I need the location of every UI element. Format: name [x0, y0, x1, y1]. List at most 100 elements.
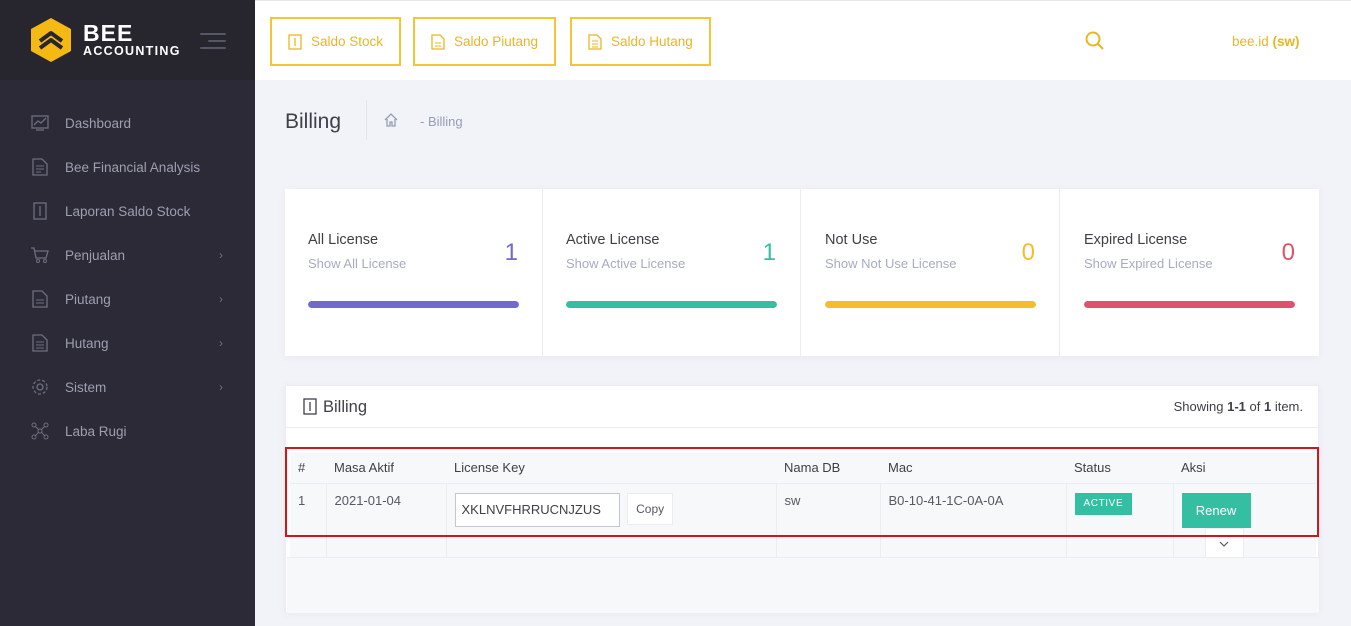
- table-footer: [287, 557, 1319, 613]
- col-masa-aktif[interactable]: Masa Aktif: [326, 452, 446, 484]
- cell-license-key: Copy: [446, 483, 777, 561]
- stat-subtitle: Show All License: [308, 256, 407, 271]
- user-menu[interactable]: bee.id (sw): [1232, 34, 1300, 49]
- network-icon: [30, 421, 50, 441]
- stat-progress-fill: [566, 301, 777, 308]
- table-header-row: # Masa Aktif License Key Nama DB Mac Sta…: [290, 452, 1316, 484]
- file-icon: [30, 333, 50, 353]
- brand-name: BEE ACCOUNTING: [83, 22, 181, 59]
- sidebar-item-sistem[interactable]: Sistem ›: [0, 365, 255, 409]
- billing-title: Billing: [323, 398, 368, 416]
- gear-icon: [30, 377, 50, 397]
- stat-title: Expired License: [1084, 232, 1188, 248]
- billing-portlet: Billing Showing 1-1 of 1 item. # Masa Ak…: [285, 385, 1319, 613]
- sidebar-toggle-icon[interactable]: [200, 33, 226, 49]
- file-icon: [588, 33, 602, 50]
- chevron-right-icon: ›: [219, 248, 223, 262]
- stat-value: 1: [762, 239, 776, 266]
- bee-logo-icon[interactable]: [28, 17, 74, 63]
- home-icon[interactable]: [383, 112, 399, 128]
- sidebar-item-label: Bee Financial Analysis: [65, 159, 201, 175]
- sidebar-item-bee-financial-analysis[interactable]: Bee Financial Analysis: [0, 145, 255, 189]
- chevron-right-icon: ›: [219, 336, 223, 350]
- sidebar-item-label: Penjualan: [65, 247, 126, 263]
- stat-title: Active License: [566, 232, 660, 248]
- stat-subtitle: Show Expired License: [1084, 256, 1213, 271]
- user-name: bee.id: [1232, 34, 1273, 49]
- invoice-icon: [288, 33, 302, 50]
- billing-table: # Masa Aktif License Key Nama DB Mac Sta…: [290, 452, 1316, 561]
- col-license-key[interactable]: License Key: [446, 452, 776, 484]
- cell-aksi: Renew: [1173, 483, 1316, 561]
- document-icon: [431, 33, 445, 50]
- chart-icon: [30, 113, 50, 133]
- chevron-right-icon: ›: [219, 380, 223, 394]
- invoice-icon: [303, 398, 317, 415]
- title-separator: [366, 100, 367, 140]
- license-stats-card: All License Show All License 1 Active Li…: [285, 189, 1319, 356]
- col-number[interactable]: #: [290, 452, 326, 484]
- license-key-input[interactable]: [454, 492, 620, 527]
- sidebar-item-laba-rugi[interactable]: Laba Rugi: [0, 409, 255, 453]
- stat-expired-license[interactable]: Expired License Show Expired License 0: [1061, 189, 1319, 356]
- sidebar-item-piutang[interactable]: Piutang ›: [0, 277, 255, 321]
- row-actions-dropdown[interactable]: [1204, 527, 1244, 561]
- saldo-stock-button[interactable]: Saldo Stock: [270, 17, 402, 66]
- renew-button[interactable]: Renew: [1181, 492, 1251, 528]
- stat-progress-fill: [1084, 301, 1295, 308]
- stat-value: 0: [1021, 239, 1035, 266]
- stat-progress-fill: [308, 301, 519, 308]
- sidebar-item-penjualan[interactable]: Penjualan ›: [0, 233, 255, 277]
- user-db: (sw): [1272, 34, 1300, 49]
- summary-range: 1-1: [1227, 399, 1246, 414]
- cart-icon: [30, 245, 50, 265]
- stat-progress-fill: [825, 301, 1036, 308]
- brand-line2: ACCOUNTING: [83, 44, 181, 58]
- stat-subtitle: Show Not Use License: [825, 256, 957, 271]
- cell-status: ACTIVE: [1066, 483, 1174, 561]
- brand-header: BEE ACCOUNTING: [0, 0, 255, 80]
- sidebar-item-dashboard[interactable]: Dashboard: [0, 101, 255, 145]
- copy-button[interactable]: Copy: [627, 492, 674, 525]
- sidebar-item-laporan-saldo-stock[interactable]: Laporan Saldo Stock: [0, 189, 255, 233]
- sidebar-item-label: Laporan Saldo Stock: [65, 203, 191, 219]
- topbar: Saldo Stock Saldo Piutang Saldo Hutang b…: [255, 0, 1351, 80]
- stat-active-license[interactable]: Active License Show Active License 1: [543, 189, 801, 356]
- stat-value: 0: [1281, 239, 1295, 266]
- chevron-down-icon: [1219, 541, 1229, 547]
- stat-subtitle: Show Active License: [566, 256, 686, 271]
- col-status[interactable]: Status: [1066, 452, 1173, 484]
- col-nama-db[interactable]: Nama DB: [776, 452, 880, 484]
- stat-title: Not Use: [825, 232, 878, 248]
- col-aksi: Aksi: [1173, 452, 1316, 484]
- cell-mac: B0-10-41-1C-0A-0A: [880, 483, 1067, 561]
- cell-nama-db: sw: [776, 483, 881, 561]
- saldo-piutang-label: Saldo Piutang: [454, 34, 539, 49]
- saldo-hutang-label: Saldo Hutang: [611, 34, 693, 49]
- breadcrumb-billing[interactable]: - Billing: [420, 114, 463, 129]
- stat-not-use[interactable]: Not Use Show Not Use License 0: [802, 189, 1060, 356]
- report-icon: [30, 157, 50, 177]
- table-row: 1 2021-01-04 Copy sw B0-10-41-1C-0A-0A A…: [290, 483, 1316, 561]
- stat-progress-bar: [308, 301, 519, 308]
- sidebar-item-label: Sistem: [65, 379, 107, 395]
- col-mac[interactable]: Mac: [880, 452, 1066, 484]
- cell-number: 1: [290, 483, 327, 561]
- cell-masa-aktif: 2021-01-04: [326, 483, 447, 561]
- sidebar-item-hutang[interactable]: Hutang ›: [0, 321, 255, 365]
- sidebar-item-label: Laba Rugi: [65, 423, 127, 439]
- billing-header: Billing Showing 1-1 of 1 item.: [286, 386, 1318, 428]
- search-icon[interactable]: [1084, 30, 1106, 52]
- invoice-icon: [30, 201, 50, 221]
- saldo-stock-label: Saldo Stock: [311, 34, 384, 49]
- saldo-piutang-button[interactable]: Saldo Piutang: [413, 17, 557, 66]
- chevron-right-icon: ›: [219, 292, 223, 306]
- summary-prefix: Showing: [1173, 399, 1228, 414]
- stat-progress-bar: [566, 301, 777, 308]
- sidebar: BEE ACCOUNTING Dashboard Bee Financial A…: [0, 0, 255, 626]
- document-icon: [30, 289, 50, 309]
- summary-mid: of: [1245, 399, 1264, 414]
- saldo-hutang-button[interactable]: Saldo Hutang: [570, 17, 711, 66]
- stat-all-license[interactable]: All License Show All License 1: [285, 189, 543, 356]
- status-badge: ACTIVE: [1074, 492, 1133, 515]
